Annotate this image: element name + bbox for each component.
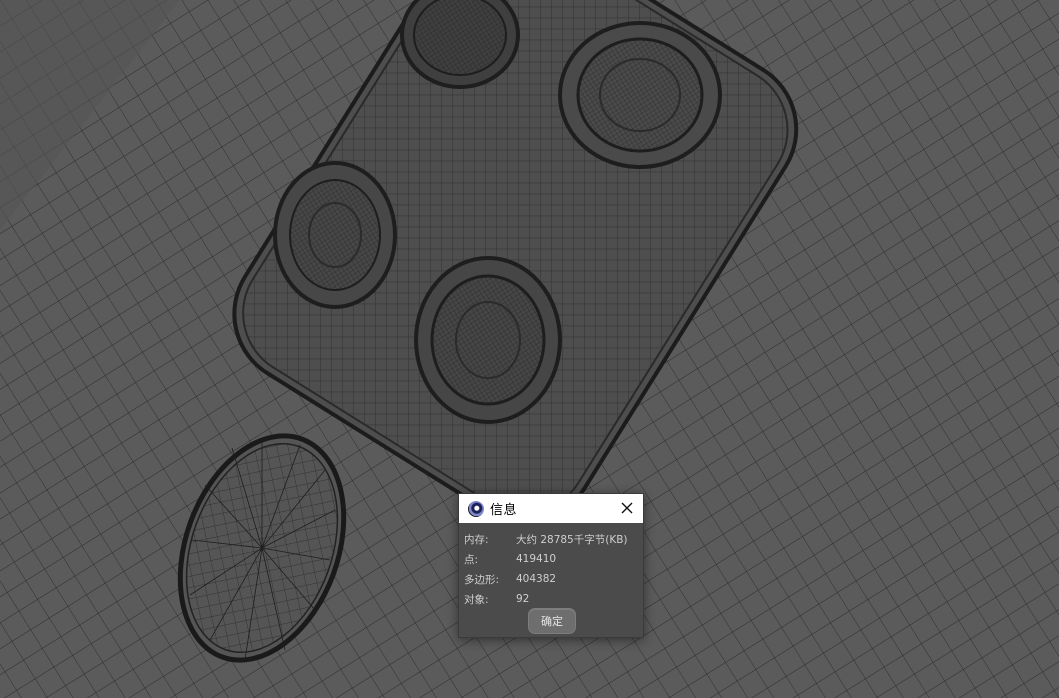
- info-dialog: 信息 内存: 大约 28785千字节(KB) 点: 419410 多边形: 40…: [458, 493, 644, 638]
- lens-top-left: [400, 0, 520, 89]
- info-value: 92: [516, 593, 530, 605]
- info-row-memory: 内存: 大约 28785千字节(KB): [459, 529, 643, 549]
- info-rows: 内存: 大约 28785千字节(KB) 点: 419410 多边形: 40438…: [459, 523, 643, 609]
- lens-middle-left: [273, 161, 397, 309]
- ok-button[interactable]: 确定: [528, 608, 576, 634]
- info-label: 点:: [464, 553, 479, 566]
- dialog-titlebar[interactable]: 信息: [459, 494, 643, 523]
- info-label: 内存:: [464, 533, 489, 546]
- info-row-polygons: 多边形: 404382: [459, 569, 643, 589]
- close-icon: [621, 502, 633, 514]
- info-value: 419410: [516, 553, 557, 565]
- info-value: 404382: [516, 573, 557, 585]
- info-label: 对象:: [464, 593, 489, 606]
- dialog-title: 信息: [490, 503, 518, 518]
- info-row-points: 点: 419410: [459, 549, 643, 569]
- lens-top-right: [558, 21, 722, 169]
- close-button[interactable]: [617, 498, 637, 518]
- cinema4d-logo-icon: [468, 500, 484, 517]
- info-row-objects: 对象: 92: [459, 589, 643, 609]
- info-value: 大约 28785千字节(KB): [516, 533, 628, 546]
- lens-bottom: [414, 256, 562, 424]
- info-label: 多边形:: [464, 573, 500, 586]
